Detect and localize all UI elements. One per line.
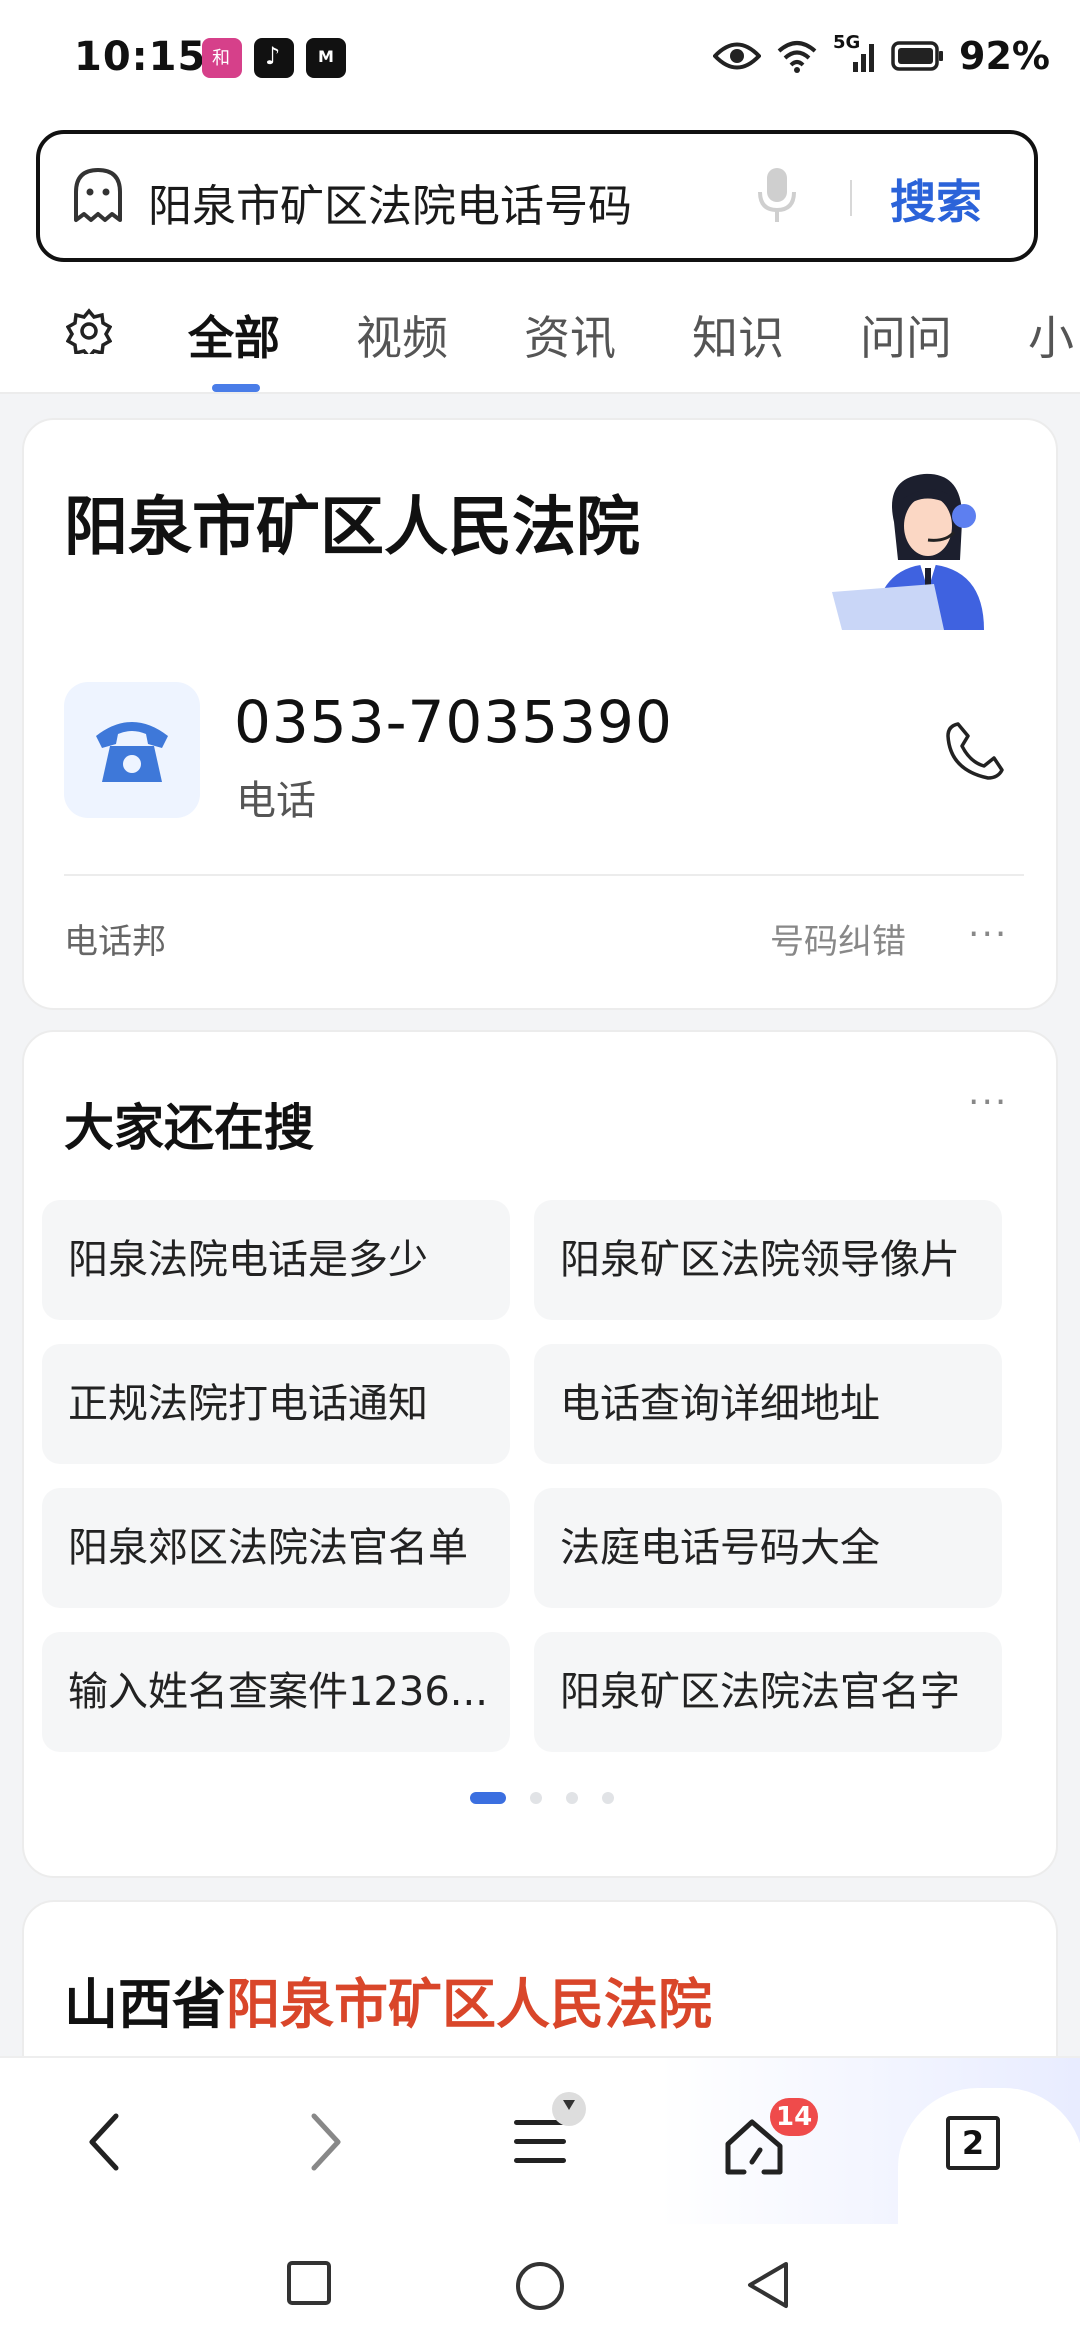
system-navigation-bar xyxy=(0,2224,1080,2340)
tab-more[interactable]: 小 xyxy=(1028,302,1074,368)
tab-ask[interactable]: 问问 xyxy=(860,302,952,368)
tabs-count: 2 xyxy=(946,2116,1000,2170)
battery-percent: 92% xyxy=(959,34,1050,78)
number-correction-link[interactable]: 号码纠错 xyxy=(770,914,906,963)
status-indicators: 5G 92% xyxy=(713,32,1050,78)
more-options-button[interactable]: ··· xyxy=(968,914,1008,955)
telephone-tile xyxy=(64,682,200,818)
search-divider xyxy=(850,180,852,216)
search-input[interactable]: 阳泉市矿区法院电话号码 xyxy=(148,170,632,234)
tiktok-icon xyxy=(254,38,294,78)
active-tab-indicator xyxy=(212,384,260,392)
search-box[interactable]: 阳泉市矿区法院电话号码 搜索 xyxy=(36,130,1038,262)
battery-icon xyxy=(891,41,945,71)
home-badge: 14 xyxy=(770,2098,819,2136)
related-search-chip[interactable]: 阳泉法院电话是多少 xyxy=(42,1200,510,1320)
tab-video[interactable]: 视频 xyxy=(356,302,448,368)
result-title[interactable]: 山西省阳泉市矿区人民法院 xyxy=(64,1960,712,2039)
phone-card: 阳泉市矿区人民法院 0353-7035390 电话 电话邦 号码纠错 ··· xyxy=(22,418,1058,1010)
related-search-chip[interactable]: 电话查询详细地址 xyxy=(534,1344,1002,1464)
status-bar: 10:15 5G 92% xyxy=(0,0,1080,120)
network-type: 5G xyxy=(833,32,861,53)
related-search-chip[interactable]: 阳泉矿区法院法官名字 xyxy=(534,1632,1002,1752)
page-indicator xyxy=(470,1792,614,1804)
phone-number[interactable]: 0353-7035390 xyxy=(234,688,673,756)
eye-icon xyxy=(713,39,762,73)
back-triangle-icon[interactable] xyxy=(744,2260,792,2314)
recents-icon[interactable] xyxy=(286,2260,332,2310)
source-label: 电话邦 xyxy=(64,922,166,962)
card-title: 阳泉市矿区人民法院 xyxy=(64,491,640,565)
page-dot xyxy=(530,1792,542,1804)
customer-service-illustration xyxy=(824,460,1044,644)
microphone-icon[interactable] xyxy=(752,164,802,232)
result-title-highlight: 阳泉市矿区人民法院 xyxy=(226,1973,712,2036)
tab-knowledge[interactable]: 知识 xyxy=(692,302,784,368)
page-dot xyxy=(602,1792,614,1804)
search-bar: 阳泉市矿区法院电话号码 搜索 xyxy=(0,120,1080,272)
related-search-chip[interactable]: 输入姓名查案件1236... xyxy=(42,1632,510,1752)
home-circle-icon[interactable] xyxy=(514,2260,566,2316)
app-notification-icon xyxy=(202,38,242,78)
divider xyxy=(64,874,1024,876)
page-dot-active xyxy=(470,1792,506,1804)
result-title-prefix: 山西省 xyxy=(64,1973,226,2036)
related-search-chip[interactable]: 正规法院打电话通知 xyxy=(42,1344,510,1464)
browser-toolbar: 14 2 xyxy=(0,2056,1080,2258)
tab-news[interactable]: 资讯 xyxy=(524,302,616,368)
related-title: 大家还在搜 xyxy=(64,1099,314,1157)
tab-bar: 全部 视频 资讯 知识 问问 小 xyxy=(0,272,1080,394)
wifi-icon xyxy=(775,39,819,73)
related-search-chip[interactable]: 法庭电话号码大全 xyxy=(534,1488,1002,1608)
search-button[interactable]: 搜索 xyxy=(890,166,982,232)
page-dot xyxy=(566,1792,578,1804)
call-icon[interactable] xyxy=(944,720,1004,786)
more-options-button[interactable]: ··· xyxy=(968,1082,1008,1123)
phone-label: 电话 xyxy=(236,778,316,824)
related-search-chip[interactable]: 阳泉矿区法院领导像片 xyxy=(534,1200,1002,1320)
back-icon[interactable] xyxy=(84,2110,124,2178)
gear-icon[interactable] xyxy=(65,308,113,360)
ghost-icon[interactable] xyxy=(70,166,126,230)
signal-icon: 5G xyxy=(833,32,877,74)
related-searches-card: 大家还在搜 ··· 阳泉法院电话是多少 阳泉矿区法院领导像片 正规法院打电话通知… xyxy=(22,1030,1058,1878)
related-search-chip[interactable]: 阳泉郊区法院法官名单 xyxy=(42,1488,510,1608)
clock: 10:15 xyxy=(74,34,207,80)
menu-icon[interactable] xyxy=(512,2116,568,2172)
moji-weather-icon xyxy=(306,38,346,78)
forward-icon[interactable] xyxy=(306,2110,346,2178)
download-indicator-icon xyxy=(552,2092,586,2126)
tab-all[interactable]: 全部 xyxy=(188,302,280,368)
